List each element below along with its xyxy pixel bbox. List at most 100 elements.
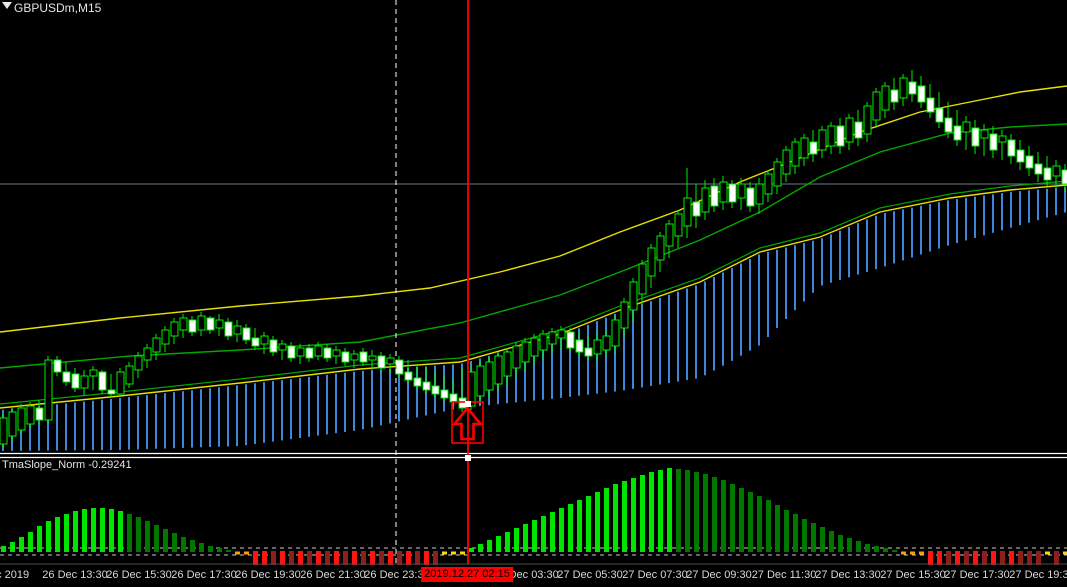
bear-candle-body xyxy=(341,351,350,363)
indicator-up-bar xyxy=(712,477,717,552)
indicator-up-bar xyxy=(874,546,879,552)
bull-candle-body xyxy=(962,121,971,133)
bear-candle-body xyxy=(854,121,863,139)
indicator-up-bar xyxy=(622,481,627,552)
upper-yellow-band-line xyxy=(0,85,1067,333)
indicator-up-bar xyxy=(181,537,186,552)
indicator-up-bar xyxy=(469,548,474,552)
bear-candle-body xyxy=(692,201,701,217)
bull-candle-body xyxy=(638,263,647,295)
indicator-up-bar xyxy=(703,474,708,552)
indicator-up-bar xyxy=(640,475,645,552)
bear-candle-body xyxy=(224,321,233,337)
time-axis[interactable]: 6 Dec 201926 Dec 13:3026 Dec 15:3026 Dec… xyxy=(0,565,1067,587)
bear-candle-body xyxy=(1043,167,1052,181)
bull-candle-body xyxy=(197,315,206,331)
bull-candle-body xyxy=(827,125,836,147)
indicator-up-bar xyxy=(118,511,123,552)
indicator-up-bar xyxy=(514,528,519,552)
indicator-up-bar xyxy=(28,532,33,552)
indicator-up-bar xyxy=(523,524,528,552)
bull-candle-body xyxy=(548,331,557,345)
bull-candle-body xyxy=(0,417,8,445)
bull-candle-body xyxy=(701,187,710,213)
indicator-up-bar xyxy=(541,516,546,552)
bull-candle-body xyxy=(899,77,908,99)
bear-candle-body xyxy=(836,125,845,147)
bear-candle-body xyxy=(395,359,404,375)
bull-candle-body xyxy=(215,319,224,329)
time-axis-label: 27 Dec 09:30 xyxy=(686,569,752,581)
bear-candle-body xyxy=(440,389,449,399)
selection-handle[interactable] xyxy=(465,401,471,407)
bull-candle-body xyxy=(737,183,746,199)
time-axis-label: 26 Dec 15:30 xyxy=(106,569,172,581)
indicator-up-bar xyxy=(487,540,492,552)
selection-handle[interactable] xyxy=(465,455,471,461)
bear-candle-body xyxy=(269,339,278,353)
bull-candle-body xyxy=(521,341,530,363)
indicator-up-bar xyxy=(595,492,600,552)
indicator-up-bar xyxy=(496,536,501,552)
indicator-up-bar xyxy=(631,478,636,552)
mt4-chart-window[interactable]: GBPUSDm,M15 TmaSlope_Norm -0.29241 6 Dec… xyxy=(0,0,1067,587)
bear-candle-body xyxy=(359,351,368,363)
chart-canvas[interactable] xyxy=(0,0,1067,587)
indicator-dash-bar xyxy=(901,551,906,555)
indicator-up-bar xyxy=(136,517,141,552)
bull-candle-body xyxy=(512,345,521,369)
bull-candle-body xyxy=(1052,165,1061,177)
indicator-dash-bar xyxy=(460,551,465,555)
indicator-up-bar xyxy=(217,548,222,552)
bear-candle-body xyxy=(107,389,116,395)
bull-candle-body xyxy=(674,213,683,237)
bear-candle-body xyxy=(377,355,386,369)
bear-candle-body xyxy=(422,381,431,391)
bear-candle-body xyxy=(935,107,944,123)
bull-candle-body xyxy=(125,365,134,385)
indicator-up-bar xyxy=(811,523,816,552)
bull-candle-body xyxy=(314,345,323,357)
bull-candle-body xyxy=(17,407,26,431)
time-axis-label: 26 Dec 13:30 xyxy=(42,569,108,581)
indicator-up-bar xyxy=(1,546,6,552)
bull-candle-body xyxy=(980,129,989,139)
indicator-up-bar xyxy=(757,496,762,552)
bull-candle-body xyxy=(89,369,98,377)
bull-candle-body xyxy=(629,281,638,311)
bear-candle-body xyxy=(323,347,332,359)
bear-candle-body xyxy=(890,89,899,103)
bear-candle-body xyxy=(728,183,737,203)
indicator-up-bar xyxy=(568,504,573,552)
indicator-dash-bar xyxy=(244,551,249,555)
bull-candle-body xyxy=(557,329,566,339)
bear-candle-body xyxy=(575,339,584,353)
bull-candle-body xyxy=(791,141,800,167)
indicator-dash-bar xyxy=(1045,551,1050,555)
chart-shift-marker-icon xyxy=(2,2,12,9)
bull-candle-body xyxy=(782,149,791,175)
indicator-up-bar xyxy=(748,492,753,552)
bear-candle-body xyxy=(917,85,926,103)
time-axis-label: 27 Dec 19:30 xyxy=(1009,569,1067,581)
indicator-up-bar xyxy=(802,519,807,552)
bull-candle-body xyxy=(80,375,89,389)
bear-candle-body xyxy=(449,393,458,403)
symbol-timeframe-label: GBPUSDm,M15 xyxy=(14,1,102,15)
time-axis-label: 26 Dec 21:30 xyxy=(300,569,366,581)
bull-candle-body xyxy=(134,355,143,371)
bull-candle-body xyxy=(350,353,359,361)
bear-candle-body xyxy=(188,319,197,333)
bull-candle-body xyxy=(116,371,125,395)
indicator-dash-bar xyxy=(442,551,447,555)
time-axis-label: 27 Dec 11:30 xyxy=(751,569,817,581)
indicator-up-bar xyxy=(559,508,564,552)
bear-candle-body xyxy=(413,377,422,387)
indicator-up-bar xyxy=(766,500,771,552)
bull-candle-body xyxy=(44,359,53,421)
indicator-up-bar xyxy=(37,526,42,552)
bull-candle-body xyxy=(800,137,809,159)
bull-candle-body xyxy=(665,223,674,247)
bull-candle-body xyxy=(143,347,152,361)
indicator-up-bar xyxy=(829,531,834,552)
